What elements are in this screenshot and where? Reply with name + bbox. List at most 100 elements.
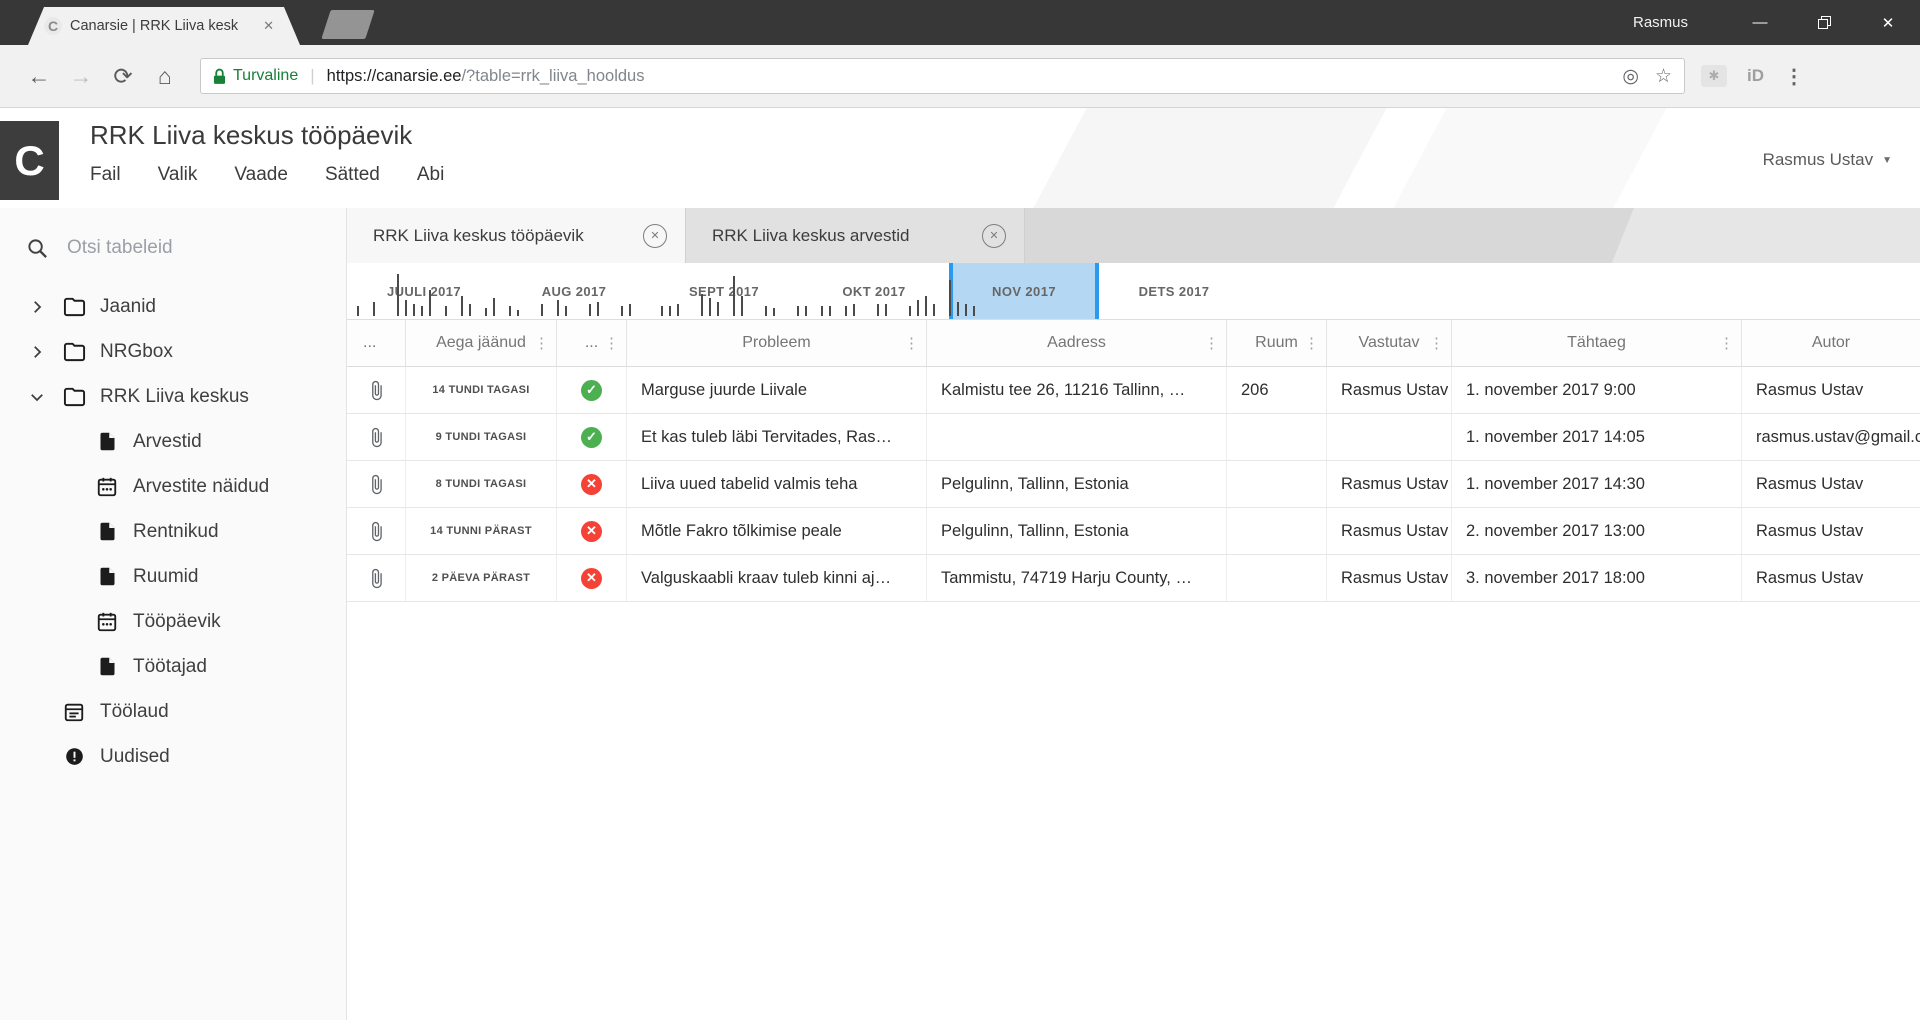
column-header[interactable]: Vastutav ⋮ xyxy=(1326,320,1451,366)
column-menu-icon[interactable]: ⋮ xyxy=(1719,334,1734,352)
menu-item[interactable]: Sätted xyxy=(325,164,380,186)
problem-cell[interactable]: Valguskaabli kraav tuleb kinni aj… xyxy=(626,555,926,601)
problem-cell[interactable]: Et kas tuleb läbi Tervitades, Ras… xyxy=(626,414,926,460)
problem-cell[interactable]: Liiva uued tabelid valmis teha xyxy=(626,461,926,507)
assignee-cell[interactable] xyxy=(1326,414,1451,460)
browser-profile-name[interactable]: Rasmus xyxy=(1633,14,1688,31)
timeline-month[interactable]: DETS 2017 xyxy=(1099,263,1249,319)
browser-tab[interactable]: C Canarsie | RRK Liiva kesk ✕ xyxy=(28,7,300,45)
chevron-down-icon[interactable] xyxy=(28,388,46,406)
security-chip[interactable]: Turvaline xyxy=(213,67,298,85)
table-row[interactable]: 14 TUNNI PÄRAST ✕ Mõtle Fakro tõlkimise … xyxy=(347,508,1920,555)
sidebar-item[interactable]: Jaanid xyxy=(0,284,346,329)
assignee-cell[interactable]: Rasmus Ustav xyxy=(1326,367,1451,413)
document-tab[interactable]: RRK Liiva keskus tööpäevik ✕ xyxy=(347,208,686,263)
room-cell[interactable] xyxy=(1226,508,1326,554)
tab-close-button[interactable]: ✕ xyxy=(643,223,667,248)
chevron-slot[interactable] xyxy=(26,296,48,318)
app-logo[interactable]: C xyxy=(0,121,59,200)
status-cell[interactable]: ✓ xyxy=(556,367,626,413)
author-cell[interactable]: Rasmus Ustav xyxy=(1741,508,1920,554)
problem-cell[interactable]: Mõtle Fakro tõlkimise peale xyxy=(626,508,926,554)
chevron-slot[interactable] xyxy=(26,746,48,768)
browser-tab-close-icon[interactable]: ✕ xyxy=(263,18,274,34)
sidebar-item[interactable]: Uudised xyxy=(0,734,346,779)
address-cell[interactable]: Kalmistu tee 26, 11216 Tallinn, … xyxy=(926,367,1226,413)
column-header[interactable]: Aega jäänud ⋮ xyxy=(405,320,556,366)
chevron-right-icon[interactable] xyxy=(28,343,46,361)
menu-item[interactable]: Valik xyxy=(158,164,198,186)
paperclip-icon[interactable] xyxy=(366,568,387,589)
table-search[interactable] xyxy=(0,226,346,270)
timeline[interactable]: JUULI 2017 AUG 2017 SEPT 2017 OKT 2017 NOV 2… xyxy=(347,263,1920,320)
window-close-button[interactable]: ✕ xyxy=(1856,0,1920,45)
search-input[interactable] xyxy=(65,236,285,260)
problem-cell[interactable]: Marguse juurde Liivale xyxy=(626,367,926,413)
status-cell[interactable]: ✕ xyxy=(556,555,626,601)
tab-close-button[interactable]: ✕ xyxy=(982,223,1006,248)
column-header[interactable]: Tähtaeg ⋮ xyxy=(1451,320,1741,366)
document-tab[interactable]: RRK Liiva keskus arvestid ✕ xyxy=(686,208,1025,263)
extension-id-icon[interactable]: iD xyxy=(1747,66,1764,86)
deadline-cell[interactable]: 1. november 2017 9:00 xyxy=(1451,367,1741,413)
author-cell[interactable]: Rasmus Ustav xyxy=(1741,367,1920,413)
column-menu-icon[interactable]: ⋮ xyxy=(1204,334,1219,352)
chevron-slot[interactable] xyxy=(26,701,48,723)
sidebar-item[interactable]: NRGbox xyxy=(0,329,346,374)
reload-button[interactable]: ⟳ xyxy=(102,63,144,90)
menu-item[interactable]: Abi xyxy=(417,164,444,186)
room-cell[interactable] xyxy=(1226,555,1326,601)
sidebar-item[interactable]: RRK Liiva keskus xyxy=(0,374,346,419)
address-cell[interactable]: Tammistu, 74719 Harju County, … xyxy=(926,555,1226,601)
column-menu-icon[interactable]: ⋮ xyxy=(604,334,619,352)
column-menu-icon[interactable]: ⋮ xyxy=(534,334,549,352)
column-menu-icon[interactable]: ⋮ xyxy=(1304,334,1319,352)
room-cell[interactable] xyxy=(1226,414,1326,460)
paperclip-icon[interactable] xyxy=(366,474,387,495)
deadline-cell[interactable]: 1. november 2017 14:05 xyxy=(1451,414,1741,460)
column-header[interactable]: Autor ⋮ xyxy=(1741,320,1920,366)
table-row[interactable]: 14 TUNDI TAGASI ✓ Marguse juurde Liivale… xyxy=(347,367,1920,414)
sidebar-item[interactable]: Arvestid xyxy=(0,419,346,464)
sidebar-item[interactable]: Tööpäevik xyxy=(0,599,346,644)
column-menu-icon[interactable]: ⋮ xyxy=(1429,334,1444,352)
sidebar-item[interactable]: Rentnikud xyxy=(0,509,346,554)
address-cell[interactable] xyxy=(926,414,1226,460)
column-header[interactable]: Probleem ⋮ xyxy=(626,320,926,366)
sidebar-item[interactable]: Arvestite näidud xyxy=(0,464,346,509)
deadline-cell[interactable]: 3. november 2017 18:00 xyxy=(1451,555,1741,601)
column-header[interactable]: Aadress ⋮ xyxy=(926,320,1226,366)
author-cell[interactable]: Rasmus Ustav xyxy=(1741,555,1920,601)
author-cell[interactable]: rasmus.ustav@gmail.com xyxy=(1741,414,1920,460)
room-cell[interactable]: 206 xyxy=(1226,367,1326,413)
home-button[interactable]: ⌂ xyxy=(144,63,186,90)
new-tab-button[interactable] xyxy=(321,10,375,39)
column-menu-icon[interactable]: ⋮ xyxy=(904,334,919,352)
deadline-cell[interactable]: 2. november 2017 13:00 xyxy=(1451,508,1741,554)
address-cell[interactable]: Pelgulinn, Tallinn, Estonia xyxy=(926,461,1226,507)
window-minimize-button[interactable]: — xyxy=(1728,0,1792,45)
table-row[interactable]: 9 TUNDI TAGASI ✓ Et kas tuleb läbi Tervi… xyxy=(347,414,1920,461)
assignee-cell[interactable]: Rasmus Ustav xyxy=(1326,461,1451,507)
chevron-slot[interactable] xyxy=(26,341,48,363)
status-cell[interactable]: ✕ xyxy=(556,508,626,554)
paperclip-icon[interactable] xyxy=(366,380,387,401)
bookmark-star-icon[interactable]: ☆ xyxy=(1655,65,1672,88)
sidebar-item[interactable]: Töölaud xyxy=(0,689,346,734)
table-row[interactable]: 2 PÄEVA PÄRAST ✕ Valguskaabli kraav tule… xyxy=(347,555,1920,602)
chevron-right-icon[interactable] xyxy=(28,298,46,316)
table-row[interactable]: 8 TUNDI TAGASI ✕ Liiva uued tabelid valm… xyxy=(347,461,1920,508)
extension-star-icon[interactable]: ✱ xyxy=(1701,65,1727,87)
url-text[interactable]: https://canarsie.ee/?table=rrk_liiva_hoo… xyxy=(327,67,1607,86)
paperclip-icon[interactable] xyxy=(366,427,387,448)
chevron-slot[interactable] xyxy=(26,386,48,408)
assignee-cell[interactable]: Rasmus Ustav xyxy=(1326,555,1451,601)
status-cell[interactable]: ✓ xyxy=(556,414,626,460)
paperclip-icon[interactable] xyxy=(366,521,387,542)
menu-item[interactable]: Fail xyxy=(90,164,121,186)
forward-button[interactable]: → xyxy=(60,63,102,90)
status-cell[interactable]: ✕ xyxy=(556,461,626,507)
address-bar[interactable]: Turvaline | https://canarsie.ee/?table=r… xyxy=(200,58,1685,94)
back-button[interactable]: ← xyxy=(18,63,60,90)
sidebar-item[interactable]: Töötajad xyxy=(0,644,346,689)
